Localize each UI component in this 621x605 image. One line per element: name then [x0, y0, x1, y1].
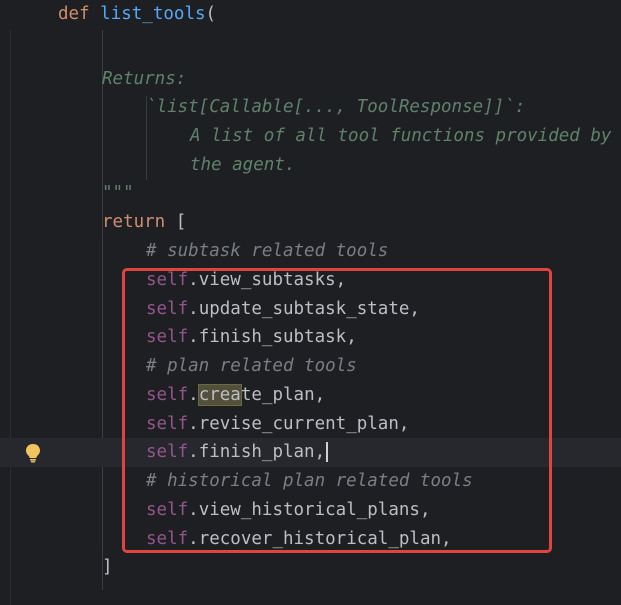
code-line-doc-end[interactable]: """	[0, 179, 621, 208]
token-docstring: `list[Callable[..., ToolResponse]]`:	[146, 97, 526, 117]
code-text: def list_tools(	[58, 0, 216, 29]
code-line-ret-desc1[interactable]: A list of all tool functions provided by	[0, 122, 621, 151]
token-plain: ]	[102, 557, 113, 577]
lightbulb-icon[interactable]	[24, 443, 42, 463]
token-docstring: A list of all tool functions provided by	[190, 126, 612, 146]
code-line-ret-desc2[interactable]: the agent.	[0, 151, 621, 180]
token-kw: return	[102, 212, 176, 232]
code-text: A list of all tool functions provided by	[190, 122, 611, 151]
code-line-def[interactable]: def list_tools(	[0, 0, 621, 29]
token-fn: list_tools	[100, 4, 206, 24]
token-docstring: the agent.	[190, 155, 296, 175]
token-docstring: Returns:	[102, 69, 187, 89]
code-line-ret-type[interactable]: `list[Callable[..., ToolResponse]]`:	[0, 93, 621, 122]
token-plain: (	[205, 4, 217, 24]
token-kw: def	[58, 4, 101, 24]
code-text: return [	[102, 208, 186, 237]
code-editor[interactable]: · · · · · · · · · · · · · def list_tools…	[0, 0, 621, 605]
code-line-close-bracket[interactable]: ]	[0, 553, 621, 582]
code-line-return[interactable]: return [	[0, 208, 621, 237]
code-text: ]	[102, 553, 113, 582]
clipped-line: · · · · · · · · · · · · ·	[0, 36, 621, 46]
token-plain: [	[175, 212, 187, 232]
code-line-c-subtask[interactable]: # subtask related tools	[0, 237, 621, 266]
selection-highlight-box	[122, 268, 552, 553]
code-text: Returns:	[102, 65, 186, 94]
code-line-returns[interactable]: Returns:	[0, 65, 621, 94]
token-comment: # subtask related tools	[146, 241, 389, 261]
code-text: # subtask related tools	[146, 237, 388, 266]
code-text: the agent.	[190, 151, 295, 180]
token-docstring: """	[102, 183, 134, 203]
code-text: `list[Callable[..., ToolResponse]]`:	[146, 93, 525, 122]
code-text: """	[102, 179, 134, 208]
